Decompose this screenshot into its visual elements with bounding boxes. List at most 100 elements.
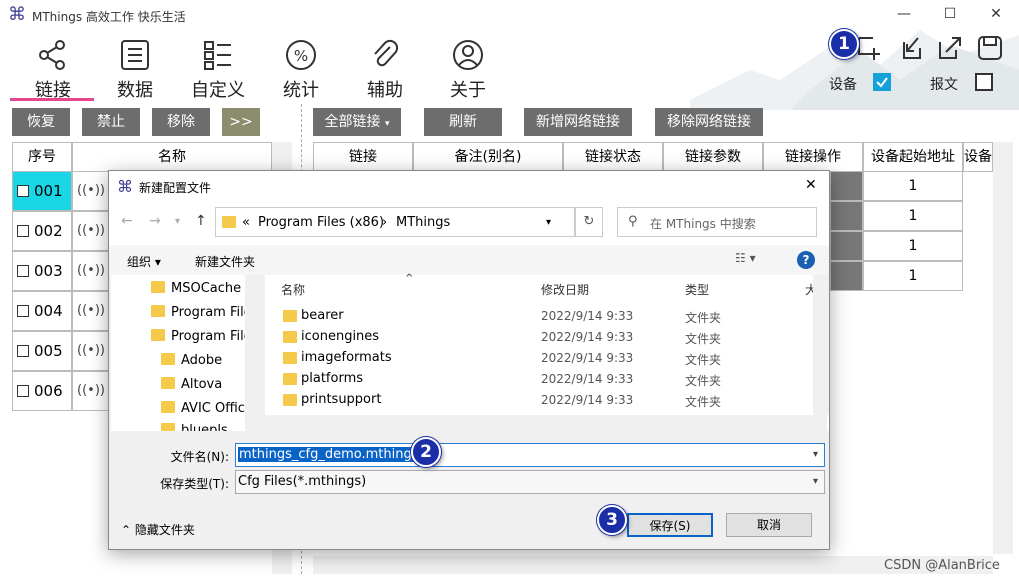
link-operation-cell[interactable]	[830, 231, 863, 261]
row-checkbox[interactable]	[17, 345, 29, 357]
new-config-icon[interactable]	[855, 34, 883, 62]
file-date: 2022/9/14 9:33	[541, 309, 634, 323]
remove-button[interactable]: 移除	[152, 108, 210, 136]
list-item[interactable]: bearer 2022/9/14 9:33 文件夹	[265, 305, 813, 326]
refresh-icon[interactable]: ↻	[575, 207, 603, 237]
start-address-cell[interactable]: 1	[863, 201, 963, 231]
tree-item[interactable]: Adobe	[161, 353, 222, 368]
row-checkbox[interactable]	[17, 265, 29, 277]
column-header-name[interactable]: 名称	[281, 281, 305, 298]
file-list-scrollbar[interactable]	[813, 275, 829, 415]
column-header-status[interactable]: 链接状态	[563, 142, 663, 172]
tree-scrollbar[interactable]	[245, 275, 261, 431]
tab-about[interactable]: 关于	[433, 38, 503, 102]
row-checkbox[interactable]	[17, 385, 29, 397]
search-placeholder: 在 MThings 中搜索	[650, 217, 756, 231]
tree-item[interactable]: bluepls	[161, 423, 228, 431]
forward-arrow-icon[interactable]: →	[149, 213, 161, 229]
import-icon[interactable]	[896, 34, 924, 62]
tab-data[interactable]: 数据	[100, 38, 170, 102]
address-dropdown-icon[interactable]: ▾	[546, 217, 551, 228]
column-header-link[interactable]: 链接	[313, 142, 413, 172]
table-row[interactable]: 002	[12, 211, 72, 251]
save-button[interactable]: 保存(S)	[627, 513, 713, 537]
list-item[interactable]: iconengines 2022/9/14 9:33 文件夹	[265, 326, 813, 347]
device-checkbox[interactable]	[873, 73, 891, 91]
table-row[interactable]: 001	[12, 171, 72, 211]
address-bar[interactable]: « Program Files (x86) › MThings ▾	[215, 207, 575, 237]
tab-assist[interactable]: 辅助	[350, 38, 420, 102]
right-grid-scrollbar[interactable]	[993, 142, 1013, 554]
disable-button[interactable]: 禁止	[82, 108, 140, 136]
up-arrow-icon[interactable]: ↑	[195, 213, 207, 229]
search-input[interactable]: ⚲ 在 MThings 中搜索	[617, 207, 817, 237]
save-icon[interactable]	[976, 34, 1004, 62]
row-checkbox[interactable]	[17, 305, 29, 317]
breadcrumb-overflow[interactable]: «	[242, 215, 250, 230]
help-icon[interactable]: ?	[797, 251, 815, 269]
expand-button[interactable]: >>	[222, 108, 260, 136]
tree-item[interactable]: AVIC Office	[161, 401, 253, 416]
link-operation-cell[interactable]	[830, 261, 863, 291]
file-list-hscrollbar[interactable]	[265, 415, 827, 431]
list-item[interactable]: imageformats 2022/9/14 9:33 文件夹	[265, 347, 813, 368]
folder-icon	[151, 281, 165, 293]
view-options-icon[interactable]: ☷ ▾	[735, 251, 756, 265]
remove-network-link-button[interactable]: 移除网络链接	[655, 108, 763, 136]
tree-item[interactable]: Program Files	[151, 329, 259, 344]
dialog-close-button[interactable]: ✕	[805, 177, 817, 193]
device-label: 设备	[829, 77, 857, 93]
column-header-alias[interactable]: 备注(别名)	[413, 142, 563, 172]
breadcrumb-mthings[interactable]: MThings	[396, 215, 450, 230]
message-checkbox[interactable]	[975, 73, 993, 91]
column-header-type[interactable]: 类型	[685, 281, 709, 298]
start-address-cell[interactable]: 1	[863, 261, 963, 291]
column-header-date[interactable]: 修改日期	[541, 281, 589, 298]
row-checkbox[interactable]	[17, 185, 29, 197]
message-label: 报文	[930, 77, 958, 93]
table-row[interactable]: 003	[12, 251, 72, 291]
refresh-button[interactable]: 刷新	[424, 108, 502, 136]
tree-item[interactable]: Program Files	[151, 305, 259, 320]
table-row[interactable]: 004	[12, 291, 72, 331]
start-address-cell[interactable]: 1	[863, 231, 963, 261]
link-operation-cell[interactable]	[830, 171, 863, 201]
chevron-down-icon[interactable]: ▾	[813, 471, 818, 493]
link-operation-cell[interactable]	[830, 201, 863, 231]
cancel-button[interactable]: 取消	[726, 513, 812, 537]
column-header-device[interactable]: 设备	[963, 142, 993, 172]
new-folder-button[interactable]: 新建文件夹	[195, 253, 255, 270]
row-checkbox[interactable]	[17, 225, 29, 237]
filename-field[interactable]: mthings_cfg_demo.mthings ▾	[235, 443, 825, 467]
sort-up-icon: ^	[405, 273, 414, 284]
column-header-name[interactable]: 名称	[72, 142, 272, 172]
column-header-operation[interactable]: 链接操作	[763, 142, 863, 172]
organize-button[interactable]: 组织 ▾	[127, 253, 161, 270]
table-row[interactable]: 006	[12, 371, 72, 411]
restore-button[interactable]: 恢复	[12, 108, 70, 136]
start-address-cell[interactable]: 1	[863, 171, 963, 201]
tab-custom[interactable]: 自定义	[183, 38, 253, 102]
list-item[interactable]: platforms 2022/9/14 9:33 文件夹	[265, 368, 813, 389]
tab-links[interactable]: 链接	[18, 38, 88, 102]
hide-folders-toggle[interactable]: ⌃ 隐藏文件夹	[121, 521, 195, 538]
tab-stats[interactable]: % 统计	[266, 38, 336, 102]
column-header-start-address[interactable]: 设备起始地址	[863, 142, 963, 172]
step-badge-1: 1	[829, 29, 859, 59]
tree-item[interactable]: Altova	[161, 377, 222, 392]
table-row[interactable]: 005	[12, 331, 72, 371]
file-name: iconengines	[301, 329, 380, 344]
column-header-params[interactable]: 链接参数	[663, 142, 763, 172]
list-item[interactable]: printsupport 2022/9/14 9:33 文件夹	[265, 389, 813, 410]
breadcrumb-program-files[interactable]: Program Files (x86)	[258, 215, 384, 230]
column-header-index[interactable]: 序号	[12, 142, 72, 172]
chevron-down-icon[interactable]: ▾	[813, 444, 818, 466]
back-arrow-icon[interactable]: ←	[121, 213, 133, 229]
recent-chevron-icon[interactable]: ▾	[175, 216, 180, 227]
export-icon[interactable]	[936, 34, 964, 62]
add-network-link-button[interactable]: 新增网络链接	[524, 108, 632, 136]
file-date: 2022/9/14 9:33	[541, 330, 634, 344]
tree-item[interactable]: MSOCache	[151, 281, 241, 296]
filetype-select[interactable]: Cfg Files(*.mthings) ▾	[235, 470, 825, 494]
all-links-dropdown[interactable]: 全部链接 ▾	[313, 108, 401, 136]
